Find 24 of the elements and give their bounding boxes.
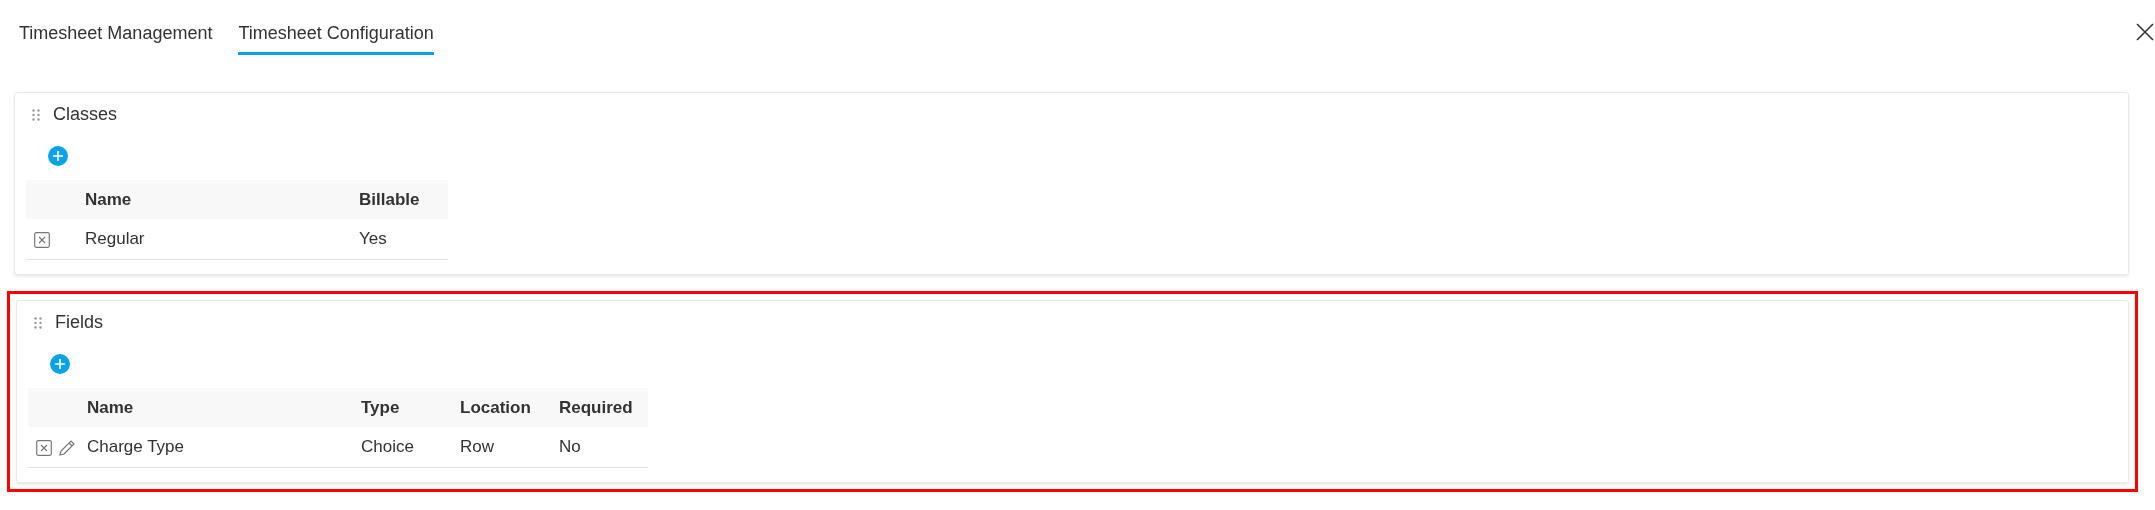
section-title: Classes	[53, 104, 118, 125]
section-title: Fields	[55, 312, 103, 333]
add-icon[interactable]	[48, 146, 68, 166]
tab[interactable]: Timesheet Configuration	[238, 20, 434, 55]
column-header: Name	[85, 180, 359, 219]
table-cell: Regular	[85, 219, 359, 260]
tab[interactable]: Timesheet Management	[19, 20, 213, 55]
table-cell: Choice	[361, 427, 460, 468]
column-header: Required	[559, 388, 648, 427]
column-header: Location	[460, 388, 559, 427]
table-cell: Charge Type	[87, 427, 361, 468]
column-header: Billable	[359, 180, 448, 219]
column-header: Name	[87, 388, 361, 427]
pencil-icon[interactable]	[58, 438, 76, 457]
delete-icon[interactable]	[36, 439, 52, 456]
column-header: Type	[361, 388, 460, 427]
add-icon[interactable]	[50, 354, 70, 374]
table-cell: No	[559, 427, 648, 468]
table-cell: Yes	[359, 219, 448, 260]
drag-handle-icon[interactable]	[34, 316, 42, 329]
close-icon[interactable]	[2135, 22, 2155, 42]
table-cell: Row	[460, 427, 559, 468]
delete-icon[interactable]	[34, 231, 50, 248]
drag-handle-icon[interactable]	[32, 108, 40, 121]
